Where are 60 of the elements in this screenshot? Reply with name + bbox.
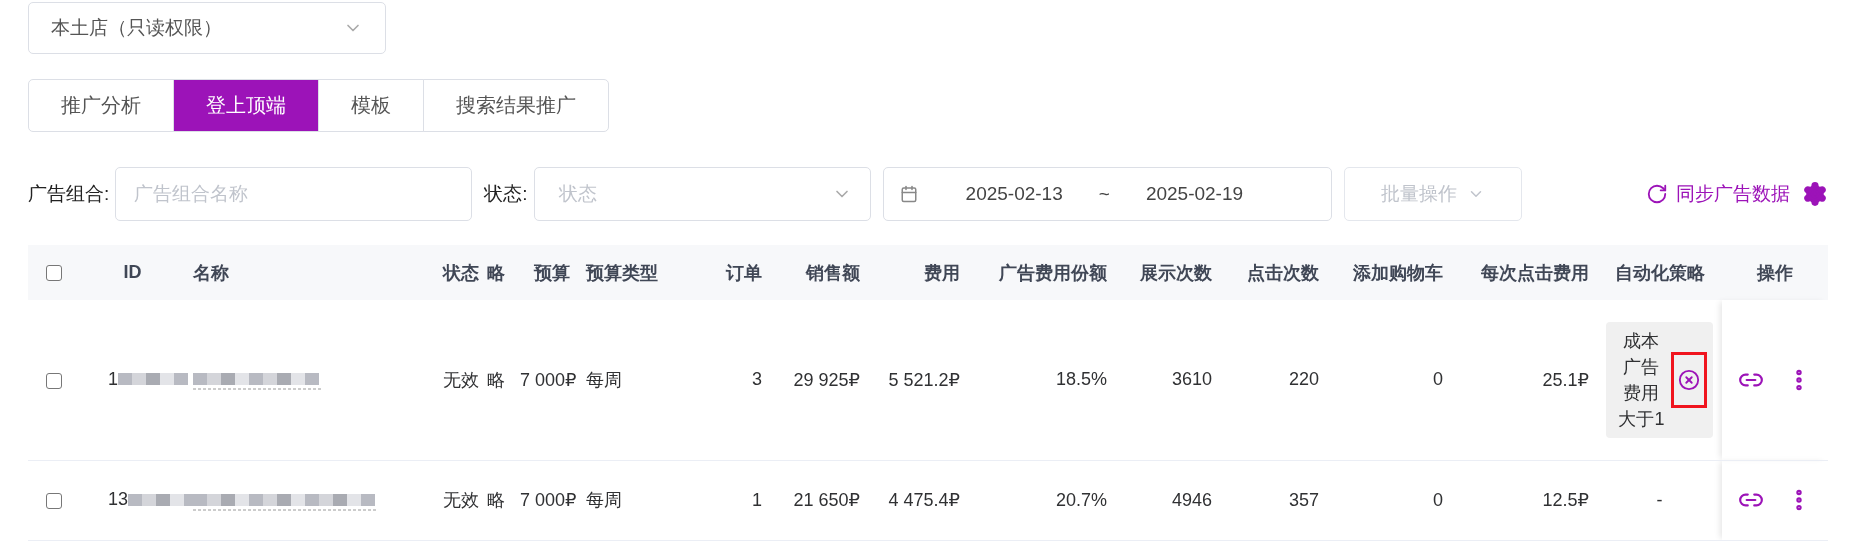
table-cell: - <box>1656 489 1663 510</box>
search-field[interactable]: 广告组合名称 <box>115 167 473 221</box>
table-cell: 0 <box>1433 369 1443 390</box>
column-header: 点击次数 <box>1247 262 1319 283</box>
column-header: 预算类型 <box>586 262 658 283</box>
table-cell: 4 475.4₽ <box>888 490 960 510</box>
table-cell: 无效 <box>443 369 479 390</box>
column-header: 自动化策略 <box>1614 262 1705 283</box>
table-cell: 12.5₽ <box>1542 490 1589 510</box>
date-range-field[interactable]: 2025-02-13 ~ 2025-02-19 <box>882 167 1332 221</box>
column-header: 展示次数 <box>1140 262 1212 283</box>
sync-link[interactable]: 同步广告数据 <box>1646 181 1790 207</box>
column-header: ID <box>123 262 142 282</box>
column-header: 名称 <box>193 262 229 283</box>
table-cell: 21 650₽ <box>793 490 860 510</box>
column-header: 预算 <box>534 262 570 283</box>
table-cell: 25.1₽ <box>1542 369 1589 390</box>
field-label: 广告组合: <box>28 182 110 206</box>
checkbox[interactable] <box>46 265 62 282</box>
table-cell: 220 <box>1288 369 1319 390</box>
tab[interactable]: 搜索结果推广 <box>423 79 609 132</box>
table-cell: 13 <box>108 489 129 510</box>
field-label: 状态: <box>484 182 528 206</box>
table-cell: 18.5% <box>1055 369 1107 390</box>
table-cell: 20.7% <box>1055 489 1107 510</box>
checkbox[interactable] <box>46 372 62 389</box>
table-cell: 0 <box>1433 489 1443 510</box>
column-header: 每次点击费用 <box>1481 262 1589 283</box>
tab[interactable]: 登上顶端 <box>173 79 319 132</box>
table-cell: 1 <box>108 369 118 390</box>
table-cell: 7 000₽ <box>520 490 577 510</box>
checkbox[interactable] <box>46 492 62 509</box>
column-header: 略 <box>487 262 505 283</box>
table-cell: 每周 <box>586 369 622 390</box>
column-header: 状态 <box>443 262 479 283</box>
tab[interactable]: 推广分析 <box>28 79 174 132</box>
column-header: 销售额 <box>806 262 860 283</box>
refresh-icon <box>1646 183 1668 205</box>
table-cell: 5 521.2₽ <box>888 369 960 390</box>
shop-select[interactable]: 本土店（只读权限） <box>28 2 386 54</box>
table-cell: 略 <box>487 490 505 510</box>
tab[interactable]: 模板 <box>318 79 424 132</box>
column-header: 费用 <box>924 262 960 283</box>
close-icon[interactable] <box>1677 368 1700 391</box>
table-cell: 略 <box>487 369 505 390</box>
table-cell: 3610 <box>1171 369 1212 390</box>
table-cell: 357 <box>1288 489 1319 510</box>
column-header: 添加购物车 <box>1353 262 1443 283</box>
table-cell: 无效 <box>443 490 479 510</box>
table-cell: 每周 <box>586 490 622 510</box>
column-header: 订单 <box>726 262 762 283</box>
table-cell: 29 925₽ <box>793 369 860 390</box>
table-cell: 7 000₽ <box>520 369 577 390</box>
table-cell: 3 <box>752 369 762 390</box>
column-header: 操作 <box>1757 262 1793 283</box>
table-cell: 1 <box>752 489 762 510</box>
column-header: 广告费用份额 <box>999 262 1107 283</box>
strategy-text: 成本广告费用大于1 <box>1617 329 1666 431</box>
table-cell: 4946 <box>1171 489 1212 510</box>
calendar-icon <box>899 185 918 203</box>
